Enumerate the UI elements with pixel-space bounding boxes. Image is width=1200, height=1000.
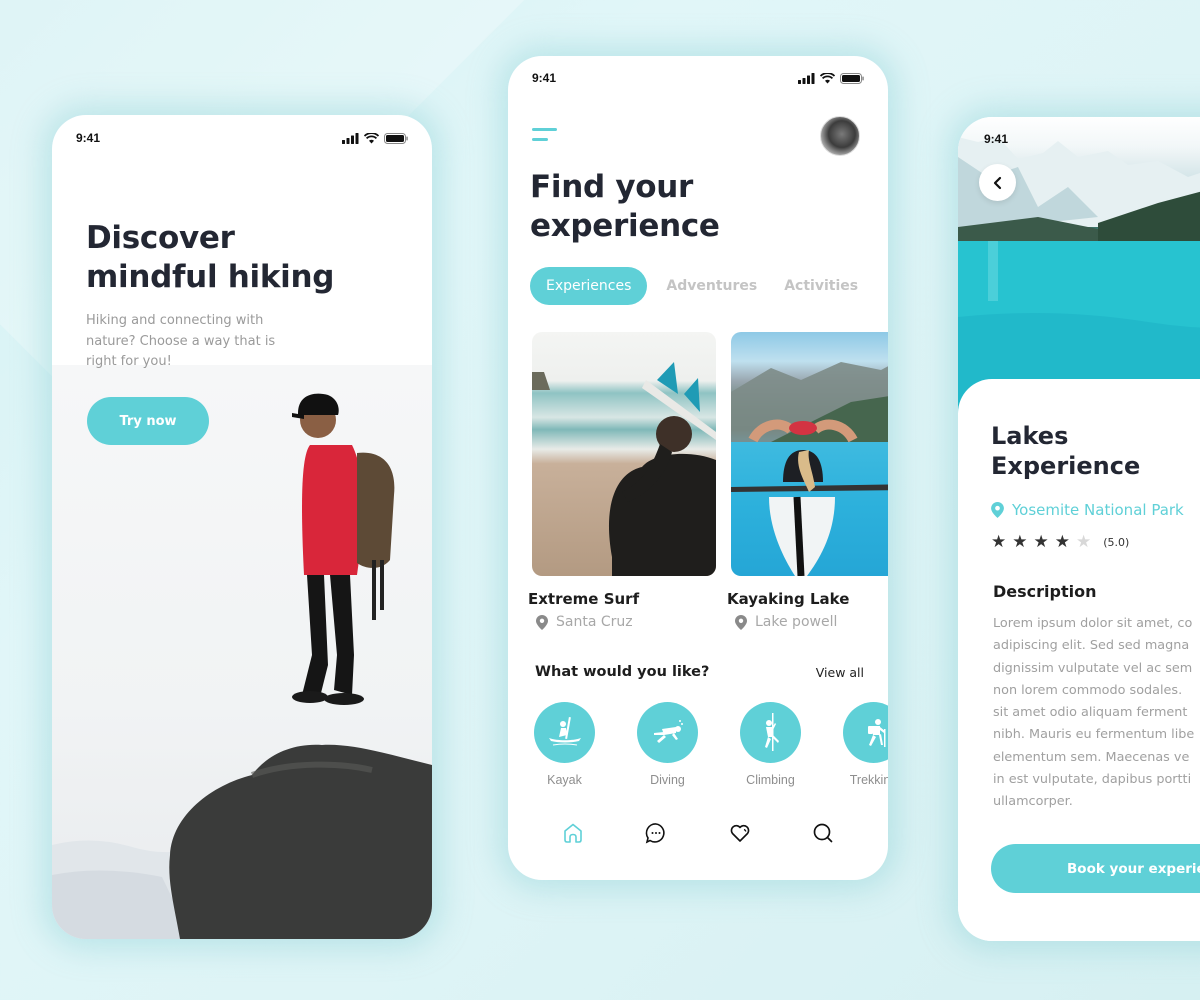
status-bar: 9:41	[958, 117, 1200, 161]
nav-search[interactable]	[810, 820, 836, 846]
experience-cards: Extreme Surf Santa Cruz Kayaking Lake La…	[528, 332, 888, 630]
explore-title: Find your experience	[530, 169, 720, 244]
signal-icon	[798, 72, 815, 84]
card-title: Extreme Surf	[528, 590, 640, 608]
chevron-left-icon	[993, 176, 1001, 189]
star-empty-icon: ★	[1076, 532, 1092, 552]
back-button[interactable]	[979, 164, 1016, 201]
section-header: What would you like? View all	[535, 664, 864, 680]
trekking-icon	[867, 718, 885, 747]
kayaker-on-lake-photo	[731, 332, 888, 576]
description-heading: Description	[993, 582, 1097, 601]
category-kayak[interactable]: Kayak	[534, 702, 595, 787]
mountain-lake-photo	[958, 117, 1200, 417]
nav-home[interactable]	[560, 820, 586, 846]
card-title: Kayaking Lake	[727, 590, 850, 608]
category-diving[interactable]: Diving	[637, 702, 698, 787]
location-pin-icon	[536, 614, 548, 630]
climbing-icon	[764, 712, 779, 751]
status-bar: 9:41	[508, 56, 888, 100]
status-time: 9:41	[532, 71, 557, 85]
experience-card[interactable]: Kayaking Lake Lake powell	[727, 332, 888, 630]
nav-messages[interactable]	[643, 820, 669, 846]
star-icon: ★	[1033, 532, 1049, 552]
location-pin-icon	[735, 614, 747, 630]
detail-location: Yosemite National Park	[991, 501, 1184, 519]
onboarding-subtitle: Hiking and connecting with nature? Choos…	[86, 313, 276, 369]
card-location: Santa Cruz	[536, 614, 716, 630]
category-trekking[interactable]: Trekking	[843, 702, 888, 787]
rating: ★ ★ ★ ★ ★ (5.0)	[991, 534, 1129, 551]
hiker-photo	[52, 365, 432, 939]
heart-icon	[730, 824, 749, 842]
tab-activities[interactable]: Activities	[784, 278, 858, 294]
location-pin-icon	[991, 502, 1004, 518]
section-title: What would you like?	[535, 664, 710, 680]
battery-icon	[840, 72, 864, 84]
detail-screen: 9:41 Lakes Experience Yosemite National …	[958, 117, 1200, 941]
bottom-navigation	[560, 820, 836, 846]
home-icon	[564, 823, 582, 843]
card-location: Lake powell	[735, 614, 888, 630]
status-time: 9:41	[984, 132, 1009, 146]
nav-favorites[interactable]	[727, 820, 753, 846]
category-climbing[interactable]: Climbing	[740, 702, 801, 787]
search-icon	[813, 823, 833, 843]
category-label: Climbing	[746, 773, 795, 787]
user-avatar[interactable]	[820, 116, 860, 156]
surfer-on-beach-photo	[532, 332, 716, 576]
category-tabs: Experiences Adventures Activities	[530, 267, 885, 305]
tab-adventures[interactable]: Adventures	[666, 278, 757, 294]
kayak-icon	[548, 716, 581, 745]
description-text: Lorem ipsum dolor sit amet, co adipiscin…	[993, 616, 1195, 810]
status-bar: 9:41	[52, 115, 432, 161]
status-time: 9:41	[76, 131, 101, 145]
chat-icon	[646, 823, 665, 844]
wifi-icon	[364, 132, 379, 143]
star-icon: ★	[991, 532, 1007, 552]
star-icon: ★	[1054, 532, 1070, 552]
detail-title: Lakes Experience	[991, 422, 1141, 480]
star-icon: ★	[1012, 532, 1028, 552]
explore-screen: 9:41 Find your experience Experiences Ad…	[508, 56, 888, 880]
book-experience-button[interactable]: Book your experience	[991, 844, 1200, 893]
signal-icon	[342, 132, 359, 144]
battery-icon	[384, 132, 408, 144]
activity-categories: Kayak Diving Climbing Trekking	[534, 702, 888, 787]
onboarding-screen: 9:41 Discover mindful hiking Hiking and …	[52, 115, 432, 939]
category-label: Kayak	[547, 773, 582, 787]
diving-icon	[653, 719, 683, 743]
wifi-icon	[820, 72, 835, 83]
menu-icon[interactable]	[532, 128, 562, 146]
category-label: Diving	[650, 773, 685, 787]
tab-experiences[interactable]: Experiences	[530, 267, 648, 305]
view-all-link[interactable]: View all	[816, 665, 864, 680]
experience-card[interactable]: Extreme Surf Santa Cruz	[528, 332, 716, 630]
rating-value: (5.0)	[1103, 536, 1130, 549]
try-now-button[interactable]: Try now	[87, 397, 209, 445]
onboarding-title: Discover mindful hiking	[86, 220, 335, 295]
category-label: Trekking	[849, 773, 888, 787]
